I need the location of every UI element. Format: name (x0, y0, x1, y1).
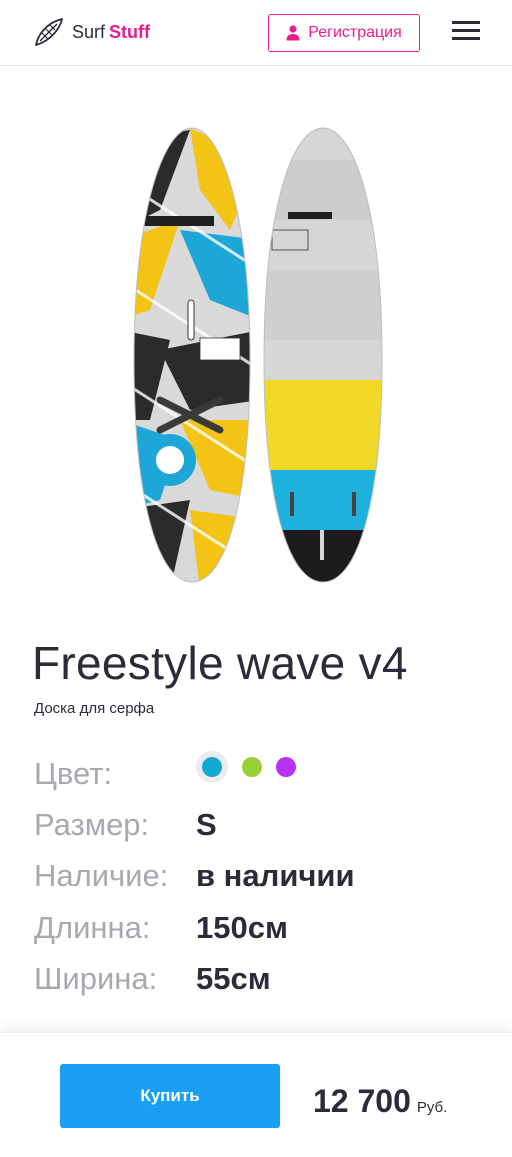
color-swatch-blue[interactable] (202, 757, 222, 777)
size-label: Размер: (34, 807, 150, 842)
price-currency: Руб. (416, 1099, 448, 1116)
color-swatch-purple[interactable] (276, 757, 296, 777)
purchase-bar: Купить 12 700 Руб. (0, 1032, 512, 1157)
board-deck (134, 128, 250, 582)
product-image (133, 127, 383, 583)
buy-button[interactable]: Купить (60, 1064, 280, 1128)
width-label: Ширина: (34, 961, 158, 996)
logo-text-surf: Surf (72, 21, 106, 42)
top-header: Surf Stuff Регистрация (0, 0, 512, 66)
availability-label: Наличие: (34, 858, 169, 893)
menu-line (452, 21, 480, 24)
color-swatches (196, 751, 296, 783)
menu-line (452, 29, 480, 32)
logo-text-stuff: Stuff (109, 21, 150, 42)
color-swatch-green[interactable] (242, 757, 262, 777)
price-amount: 12 700 (313, 1083, 411, 1119)
product-subtitle: Доска для серфа (34, 700, 155, 717)
width-value: 55см (196, 961, 271, 996)
length-label: Длинна: (34, 910, 151, 945)
price: 12 700 Руб. (313, 1083, 447, 1120)
logo-text: Surf Stuff (72, 22, 150, 43)
size-value: S (196, 807, 217, 842)
product-title: Freestyle wave v4 (32, 637, 408, 689)
length-value: 150см (196, 910, 288, 945)
site-logo[interactable]: Surf Stuff (32, 15, 150, 49)
availability-value: в наличии (196, 858, 355, 893)
menu-line (452, 37, 480, 40)
color-swatch-selected[interactable] (196, 751, 228, 783)
register-button[interactable]: Регистрация (268, 14, 420, 52)
color-label: Цвет: (34, 756, 113, 791)
hamburger-menu-icon[interactable] (452, 21, 480, 43)
surfboard-logo-icon (35, 18, 63, 46)
register-button-label: Регистрация (308, 24, 402, 41)
user-icon (286, 25, 300, 41)
